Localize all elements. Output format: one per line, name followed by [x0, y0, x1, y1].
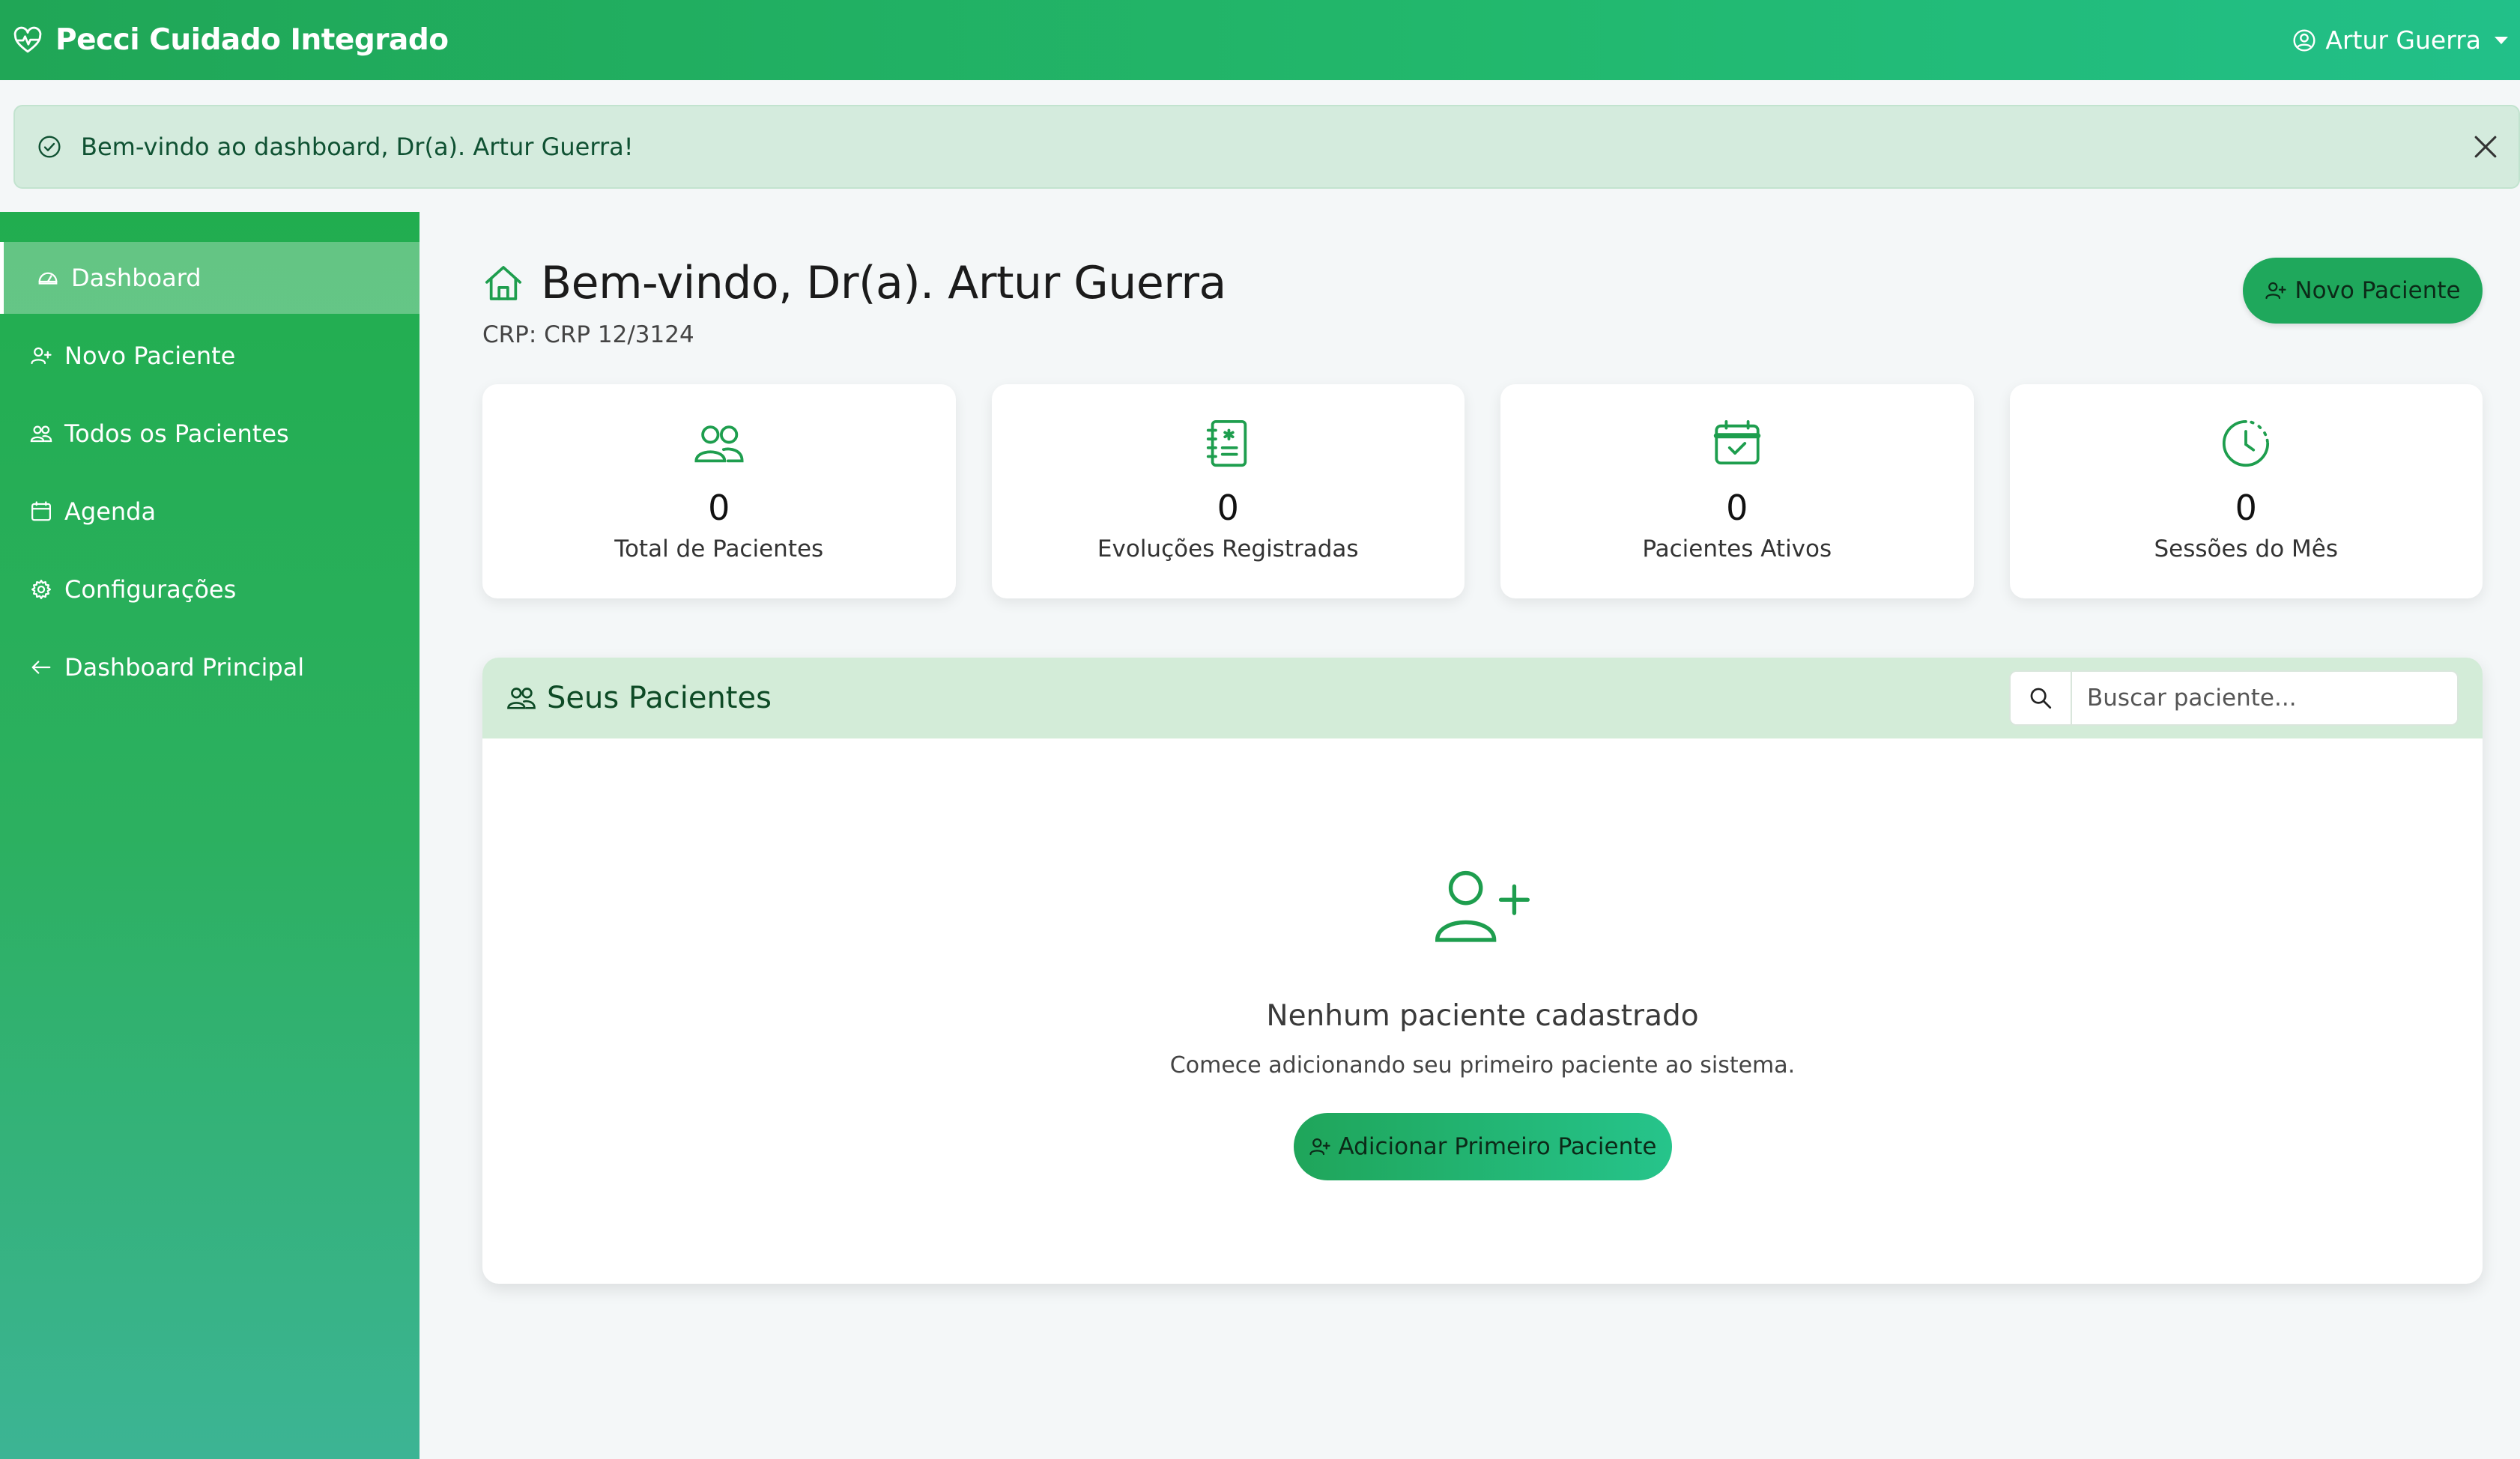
arrow-left-icon — [30, 656, 52, 679]
stat-value: 0 — [708, 488, 730, 528]
sidebar-item-label: Dashboard Principal — [64, 653, 305, 682]
empty-state-title: Nenhum paciente cadastrado — [1266, 999, 1699, 1033]
stat-value: 0 — [1726, 488, 1748, 528]
user-name: Artur Guerra — [2325, 25, 2481, 55]
sidebar-item-todos-pacientes[interactable]: Todos os Pacientes — [0, 398, 420, 470]
sidebar-item-label: Agenda — [64, 497, 157, 526]
alert-message: Bem-vindo ao dashboard, Dr(a). Artur Gue… — [81, 133, 634, 161]
stat-label: Total de Pacientes — [614, 536, 824, 562]
person-plus-icon — [1309, 1135, 1331, 1158]
search-icon[interactable] — [2011, 672, 2072, 724]
patients-title: Seus Pacientes — [547, 681, 772, 715]
sidebar-item-dashboard-principal[interactable]: Dashboard Principal — [0, 631, 420, 703]
stat-label: Pacientes Ativos — [1642, 536, 1832, 562]
user-dropdown[interactable]: Artur Guerra — [2292, 25, 2508, 55]
sidebar: Dashboard Novo Paciente Todos os Pacient… — [0, 212, 420, 1459]
person-plus-icon — [30, 345, 52, 367]
brand-link[interactable]: Pecci Cuidado Integrado — [12, 23, 449, 57]
brand-name: Pecci Cuidado Integrado — [55, 23, 449, 57]
stat-card-total-pacientes: 0 Total de Pacientes — [482, 384, 956, 598]
sidebar-item-configuracoes[interactable]: Configurações — [0, 553, 420, 625]
sidebar-item-dashboard[interactable]: Dashboard — [0, 242, 420, 314]
add-first-patient-label: Adicionar Primeiro Paciente — [1338, 1133, 1657, 1160]
person-plus-icon — [2265, 279, 2287, 302]
stats-row: 0 Total de Pacientes 0 Evoluções Registr… — [482, 384, 2483, 598]
sidebar-item-label: Novo Paciente — [64, 342, 236, 370]
crp-text: CRP: CRP 12/3124 — [482, 321, 694, 348]
patients-panel-header: Seus Pacientes — [482, 658, 2483, 738]
empty-state-subtitle: Comece adicionando seu primeiro paciente… — [1169, 1052, 1796, 1079]
sidebar-item-label: Configurações — [64, 575, 237, 604]
add-first-patient-button[interactable]: Adicionar Primeiro Paciente — [1293, 1113, 1672, 1180]
calendar-check-icon — [1711, 417, 1763, 470]
stat-value: 0 — [1217, 488, 1239, 528]
search-group — [2009, 670, 2459, 726]
sidebar-item-agenda[interactable]: Agenda — [0, 476, 420, 547]
people-icon — [506, 683, 536, 713]
sidebar-item-novo-paciente[interactable]: Novo Paciente — [0, 320, 420, 392]
journal-medical-icon — [1202, 417, 1254, 470]
house-icon — [482, 262, 524, 304]
welcome-alert: Bem-vindo ao dashboard, Dr(a). Artur Gue… — [13, 105, 2520, 189]
sidebar-item-label: Todos os Pacientes — [64, 419, 289, 448]
people-icon — [30, 422, 52, 445]
stat-label: Evoluções Registradas — [1097, 536, 1359, 562]
new-patient-button[interactable]: Novo Paciente — [2243, 258, 2483, 324]
stat-card-evolucoes: 0 Evoluções Registradas — [991, 384, 1465, 598]
clock-icon — [2220, 417, 2272, 470]
calendar-icon — [30, 500, 52, 523]
close-icon[interactable] — [2469, 130, 2502, 163]
top-navbar: Pecci Cuidado Integrado Artur Guerra — [0, 0, 2520, 80]
person-plus-icon — [1432, 864, 1533, 945]
sidebar-item-label: Dashboard — [71, 264, 202, 292]
gear-icon — [30, 578, 52, 601]
empty-state: Nenhum paciente cadastrado Comece adicio… — [482, 738, 2483, 1180]
stat-card-sessoes-mes: 0 Sessões do Mês — [2009, 384, 2483, 598]
page-header: Bem-vindo, Dr(a). Artur Guerra CRP: CRP … — [482, 257, 2483, 354]
chevron-down-icon — [2495, 36, 2508, 44]
heart-pulse-icon — [12, 25, 43, 56]
person-circle-icon — [2292, 28, 2316, 52]
stat-value: 0 — [2235, 488, 2257, 528]
page-title: Bem-vindo, Dr(a). Artur Guerra — [541, 257, 1226, 309]
dashboard-icon — [37, 267, 59, 289]
new-patient-label: Novo Paciente — [2295, 277, 2461, 304]
people-icon — [693, 417, 745, 470]
stat-card-pacientes-ativos: 0 Pacientes Ativos — [1500, 384, 1974, 598]
check-circle-icon — [37, 135, 61, 159]
patients-panel: Seus Pacientes Nenhum — [482, 658, 2483, 1284]
search-input[interactable] — [2072, 672, 2457, 724]
stat-label: Sessões do Mês — [2154, 536, 2339, 562]
